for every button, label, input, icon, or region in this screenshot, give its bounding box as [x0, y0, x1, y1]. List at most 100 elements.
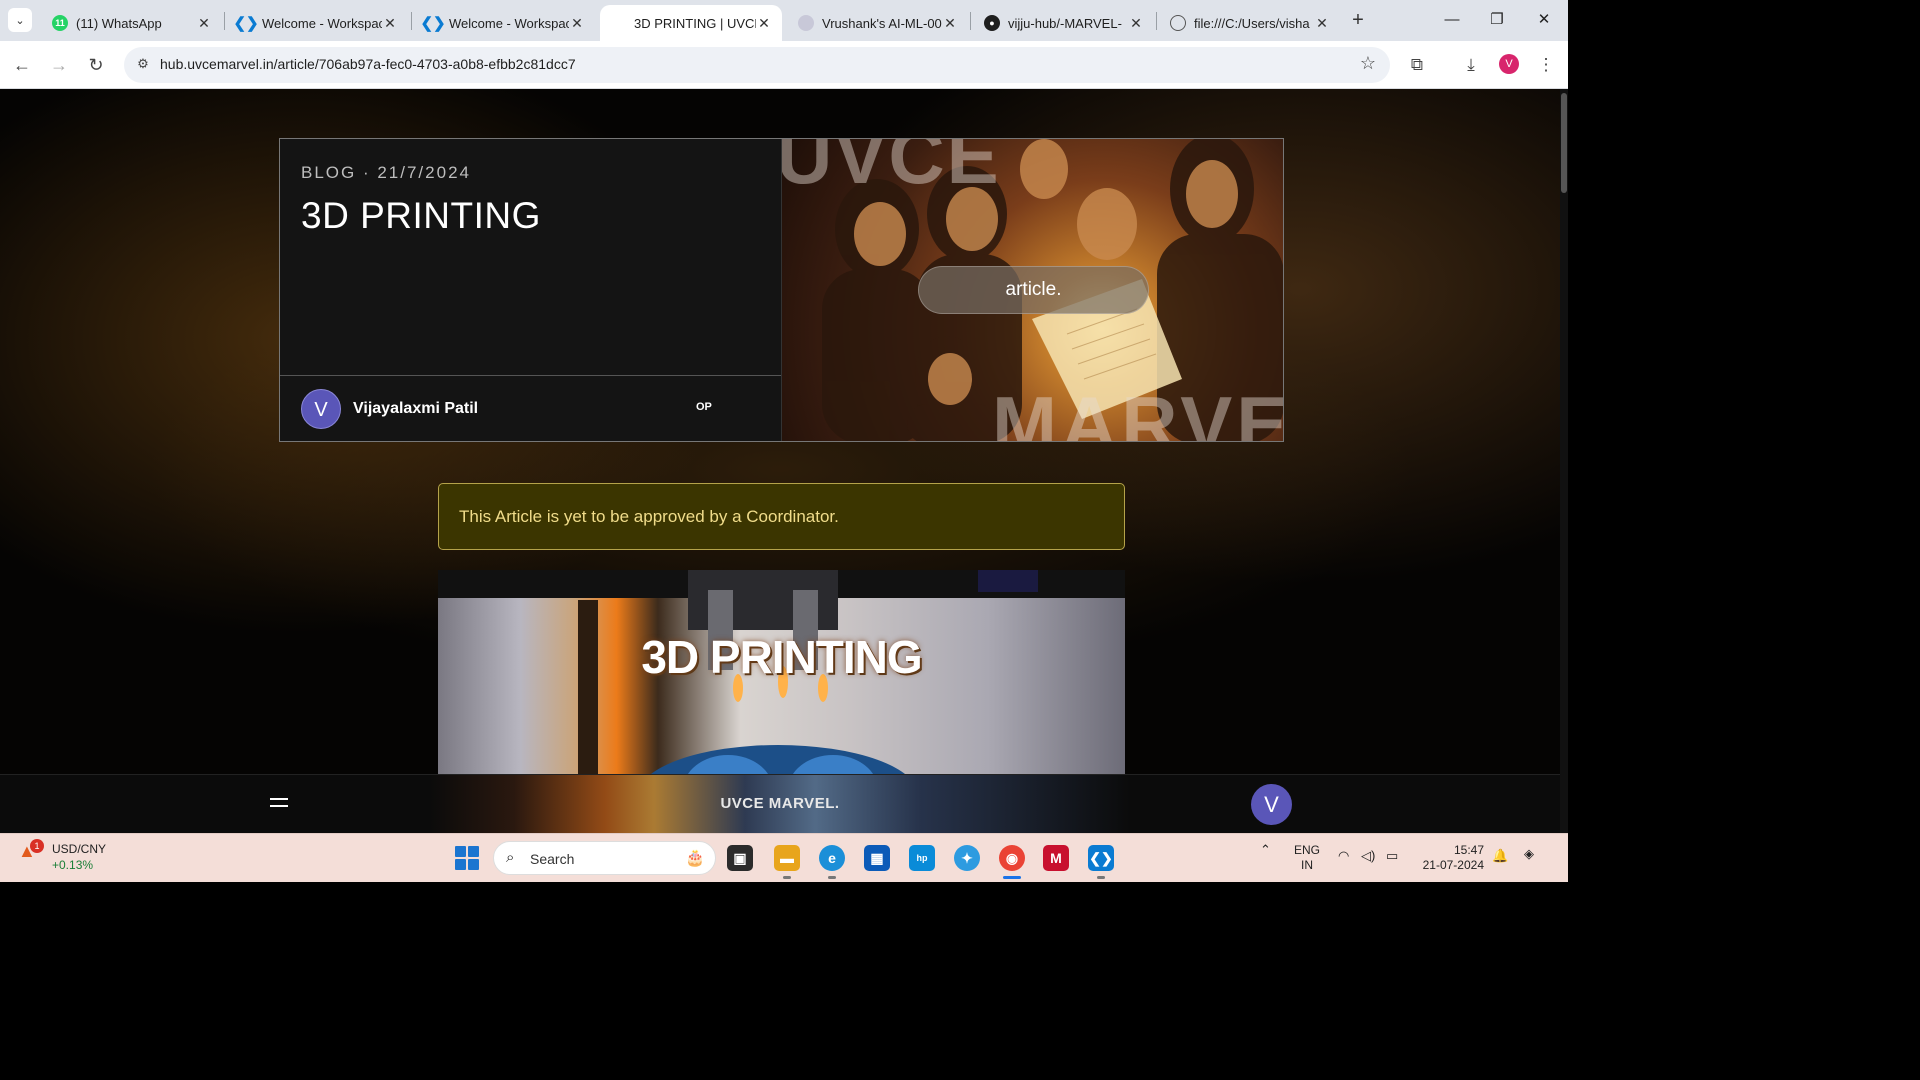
task-view-icon[interactable]: ▣ [727, 845, 753, 871]
site-bottom-bar: UVCE MARVEL. V [0, 774, 1560, 833]
lang-top: ENG [1294, 843, 1321, 857]
page-content: BLOG · 21/7/2024 3D PRINTING V Vijayalax… [0, 89, 1568, 833]
reload-button[interactable]: ↻ [84, 53, 108, 77]
hero-illustration: UVCE MARVE article. [782, 139, 1283, 441]
site-brand[interactable]: UVCE MARVEL. [0, 795, 1560, 812]
close-icon[interactable]: ✕ [1314, 15, 1330, 32]
myhp-icon[interactable]: hp [909, 845, 935, 871]
chrome-icon[interactable]: ◉ [999, 845, 1025, 871]
clock-time: 15:47 [1453, 843, 1484, 857]
restore-button[interactable]: ❐ [1485, 8, 1509, 32]
tab-vscode-1[interactable]: ❮❯ Welcome - Workspace ✕ [226, 5, 408, 41]
tab-separator [411, 12, 412, 30]
extensions-icon[interactable]: ⧉ [1405, 53, 1429, 77]
author-name[interactable]: Vijayalaxmi Patil [353, 400, 478, 418]
tab-local-file[interactable]: file:///C:/Users/visha ✕ [1158, 5, 1340, 41]
tab-separator [1156, 12, 1157, 30]
notification-bell-icon[interactable]: 🔔 [1492, 848, 1508, 864]
menu-kebab-icon[interactable]: ⋮ [1534, 53, 1558, 77]
scrollbar-thumb[interactable] [1561, 93, 1567, 193]
minimize-button[interactable]: — [1440, 8, 1464, 32]
tab-search-button[interactable]: ⌄ [8, 8, 32, 32]
author-avatar[interactable]: V [301, 388, 341, 429]
author-row[interactable]: V Vijayalaxmi Patil OP [280, 375, 781, 441]
tab-uvce-article[interactable]: 3D PRINTING | UVCE ✕ [600, 5, 782, 41]
op-tag: OP [696, 401, 712, 413]
tab-github[interactable]: ● vijju-hub/-MARVEL- ✕ [972, 5, 1154, 41]
volume-icon[interactable]: ◁) [1361, 848, 1375, 864]
address-bar[interactable]: ⚙ hub.uvcemarvel.in/article/706ab97a-fec… [124, 47, 1390, 83]
site-info-icon[interactable]: ⚙ [134, 56, 152, 74]
store-icon[interactable]: ▦ [864, 845, 890, 871]
tab-separator [224, 12, 225, 30]
tab-whatsapp[interactable]: 11 (11) WhatsApp ✕ [40, 5, 222, 41]
widget-change: +0.13% [52, 858, 94, 872]
running-indicator [828, 876, 836, 879]
browser-tabstrip: ⌄ 11 (11) WhatsApp ✕ ❮❯ Welcome - Worksp… [0, 0, 1568, 41]
copilot-icon[interactable]: ◈ [1524, 846, 1534, 862]
close-icon[interactable]: ✕ [756, 15, 772, 32]
browser-toolbar: ← → ↻ ⚙ hub.uvcemarvel.in/article/706ab9… [0, 41, 1568, 89]
running-indicator [783, 876, 791, 879]
file-explorer-icon[interactable]: ▬ [774, 845, 800, 871]
tab-vscode-2[interactable]: ❮❯ Welcome - Workspace ✕ [413, 5, 595, 41]
tab-title: 3D PRINTING | UVCE [634, 15, 756, 31]
tab-title: Vrushank's AI-ML-00 [822, 15, 942, 31]
forward-button[interactable]: → [47, 53, 71, 77]
lang-bottom: IN [1301, 858, 1313, 872]
close-icon[interactable]: ✕ [1128, 15, 1144, 32]
chevron-up-icon[interactable]: ⌃ [1260, 842, 1271, 858]
github-icon: ● [984, 15, 1000, 31]
weather-widget[interactable]: ▲ 1 USD/CNY +0.13% [18, 839, 106, 873]
search-icon: ⌕ [506, 849, 515, 866]
widget-text: USD/CNY +0.13% [52, 841, 106, 873]
ai-icon [798, 15, 814, 31]
back-button[interactable]: ← [10, 53, 34, 77]
globe-icon [1170, 15, 1186, 31]
download-icon[interactable]: ⤓ [1459, 53, 1483, 77]
close-icon[interactable]: ✕ [196, 15, 212, 32]
search-label: Search [530, 851, 575, 867]
wifi-icon[interactable]: ◠ [1338, 848, 1349, 864]
hero-watermark-top: UVCE [782, 139, 1001, 200]
system-clock[interactable]: 15:47 21-07-2024 [1418, 843, 1484, 873]
os-taskbar: ▲ 1 USD/CNY +0.13% ⌕ Search 🎂 ▣ ▬ e ▦ hp… [0, 833, 1568, 882]
vscode-icon: ❮❯ [420, 15, 446, 32]
vscode-taskbar-icon[interactable]: ❮❯ [1088, 845, 1114, 871]
tab-title: Welcome - Workspace [449, 15, 569, 31]
window-close-button[interactable]: ✕ [1532, 8, 1556, 32]
whatsapp-icon: 11 [52, 15, 68, 31]
notification-badge: 1 [30, 839, 44, 853]
taskbar-search[interactable]: ⌕ Search 🎂 [493, 841, 716, 875]
close-icon[interactable]: ✕ [382, 15, 398, 32]
url-text[interactable]: hub.uvcemarvel.in/article/706ab97a-fec0-… [160, 56, 576, 72]
new-tab-button[interactable]: + [1347, 9, 1369, 31]
page-scrollbar[interactable] [1560, 89, 1568, 833]
copilot-bird-icon[interactable]: ✦ [954, 845, 980, 871]
tab-title: vijju-hub/-MARVEL- [1008, 15, 1122, 31]
tab-separator [970, 12, 971, 30]
start-button[interactable] [455, 846, 479, 870]
mcafee-icon[interactable]: M [1043, 845, 1069, 871]
bookmark-star-icon[interactable]: ☆ [1360, 53, 1376, 74]
clock-date: 21-07-2024 [1422, 858, 1484, 872]
active-indicator [1003, 876, 1021, 879]
user-avatar[interactable]: V [1251, 784, 1292, 825]
tab-vrushank[interactable]: Vrushank's AI-ML-00 ✕ [786, 5, 968, 41]
close-icon[interactable]: ✕ [942, 15, 958, 32]
hero-info-panel: BLOG · 21/7/2024 3D PRINTING V Vijayalax… [280, 139, 782, 441]
article-hero-card: BLOG · 21/7/2024 3D PRINTING V Vijayalax… [279, 138, 1284, 442]
close-icon[interactable]: ✕ [569, 15, 585, 32]
edge-icon[interactable]: e [819, 845, 845, 871]
article-meta: BLOG · 21/7/2024 [301, 163, 471, 182]
widget-title: USD/CNY [52, 842, 107, 856]
vscode-icon: ❮❯ [233, 15, 259, 32]
tab-title: Welcome - Workspace [262, 15, 382, 31]
approval-notice: This Article is yet to be approved by a … [438, 483, 1125, 550]
battery-icon[interactable]: ▭ [1386, 848, 1398, 864]
language-indicator[interactable]: ENG IN [1294, 843, 1320, 873]
running-indicator [1097, 876, 1105, 879]
currency-icon: ▲ 1 [18, 839, 44, 865]
profile-avatar[interactable]: V [1499, 54, 1519, 74]
tab-title: file:///C:/Users/visha [1194, 15, 1310, 31]
